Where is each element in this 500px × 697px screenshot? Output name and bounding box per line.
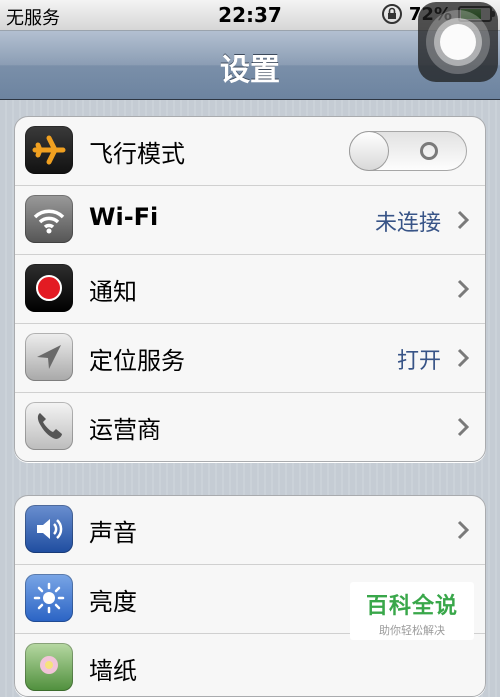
row-label: 定位服务 <box>89 347 185 375</box>
wallpaper-icon <box>25 643 73 691</box>
row-notifications[interactable]: 通知 <box>15 255 485 324</box>
assistive-ring-inner <box>440 24 476 60</box>
row-label: 亮度 <box>89 588 137 616</box>
watermark-logo: 百科全说 助你轻松解决 <box>350 582 474 640</box>
rotation-lock-icon <box>381 4 402 24</box>
location-icon <box>25 333 73 381</box>
toggle-off-indicator <box>420 142 438 160</box>
speaker-icon <box>25 505 73 553</box>
row-label: 运营商 <box>89 416 161 444</box>
chevron-right-icon <box>457 210 469 230</box>
assistive-touch-button[interactable] <box>418 2 498 82</box>
row-label: 飞行模式 <box>89 140 185 168</box>
location-status-value: 打开 <box>396 349 441 374</box>
phone-icon <box>25 402 73 450</box>
row-airplane-mode: 飞行模式 <box>15 117 485 186</box>
row-location-services[interactable]: 定位服务 打开 <box>15 324 485 393</box>
wifi-status-value: 未连接 <box>374 211 441 236</box>
chevron-right-icon <box>457 279 469 299</box>
settings-group-1: 飞行模式 Wi-Fi 未连接 通知 定位服务 打开 运营商 <box>14 116 486 462</box>
chevron-right-icon <box>457 417 469 437</box>
chevron-right-icon <box>457 348 469 368</box>
airplane-icon <box>25 126 73 174</box>
wifi-icon <box>25 195 73 243</box>
toggle-knob <box>349 131 389 171</box>
notification-icon <box>25 264 73 312</box>
row-label: 声音 <box>89 519 137 547</box>
chevron-right-icon <box>457 520 469 540</box>
row-label: Wi-Fi <box>89 203 159 231</box>
airplane-mode-toggle[interactable] <box>349 131 467 171</box>
row-sounds[interactable]: 声音 <box>15 496 485 565</box>
brightness-icon <box>25 574 73 622</box>
row-carrier[interactable]: 运营商 <box>15 393 485 461</box>
row-label: 通知 <box>89 278 137 306</box>
watermark-subtitle: 助你轻松解决 <box>379 624 445 637</box>
watermark-title: 百科全说 <box>365 594 458 619</box>
row-label: 墙纸 <box>89 657 137 685</box>
row-wifi[interactable]: Wi-Fi 未连接 <box>15 186 485 255</box>
